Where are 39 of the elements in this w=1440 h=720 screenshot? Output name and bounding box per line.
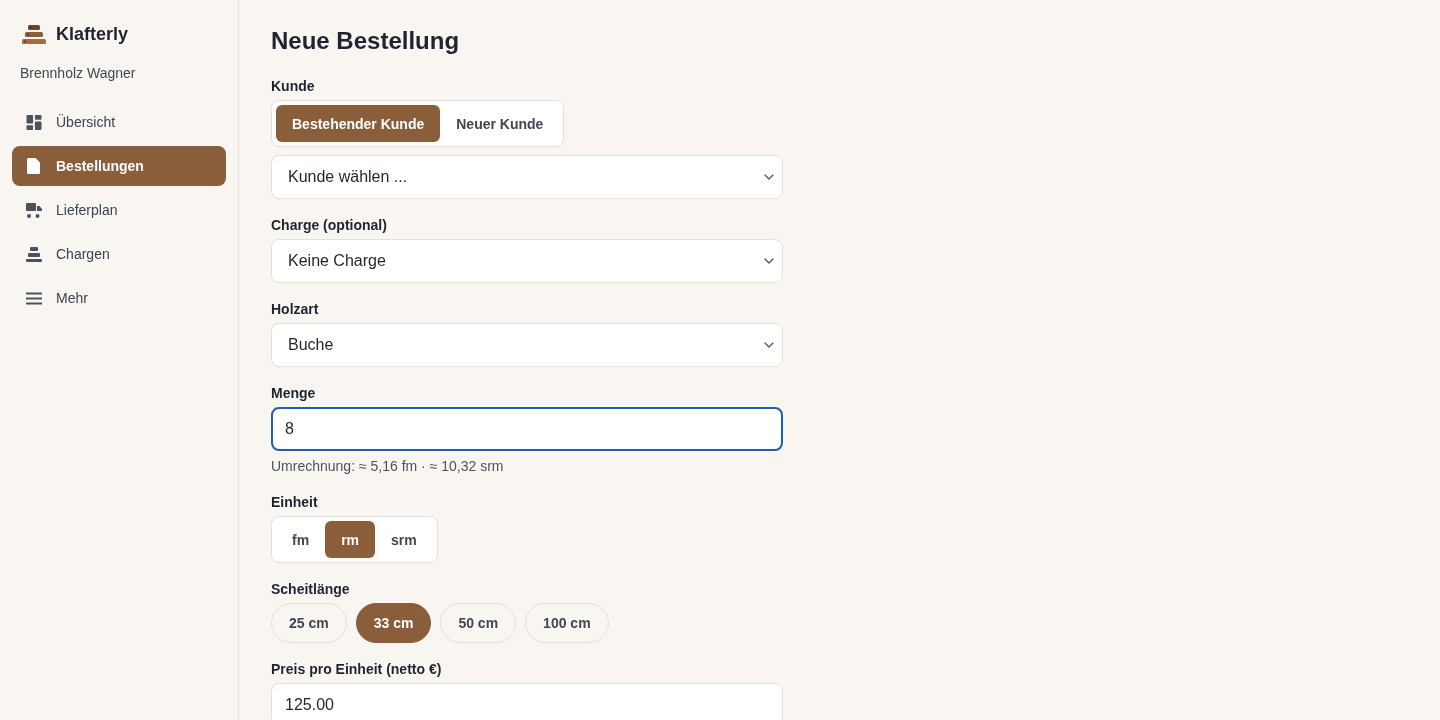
toggle-option[interactable]: Bestehender Kunde	[276, 105, 441, 142]
length-option[interactable]: 50 cm	[440, 603, 517, 643]
brand-name: Klafterly	[56, 23, 129, 45]
toggle-option[interactable]: srm	[375, 521, 433, 558]
input-field[interactable]: 125.00	[271, 683, 783, 720]
length-option[interactable]: 100 cm	[525, 603, 609, 643]
log-stack-icon	[22, 24, 46, 44]
toggle-option[interactable]: rm	[325, 521, 376, 558]
field-label: Einheit	[271, 493, 319, 512]
nav-item[interactable]: Übersicht	[12, 102, 226, 142]
nav-item[interactable]: Chargen	[12, 234, 226, 274]
field-label: Charge (optional)	[271, 216, 388, 235]
field-label: Kunde	[271, 77, 316, 96]
menu-icon	[26, 290, 42, 306]
field-label: Menge	[271, 384, 317, 403]
toggle-option[interactable]: fm	[276, 521, 326, 558]
input-field[interactable]: 8	[271, 407, 783, 451]
field-label: Holzart	[271, 300, 320, 319]
chevron-down-icon	[764, 342, 774, 348]
nav-item[interactable]: Lieferplan	[12, 190, 226, 230]
field-label: Preis pro Einheit (netto €)	[271, 660, 443, 679]
chevron-down-icon	[764, 258, 774, 264]
length-option[interactable]: 33 cm	[355, 603, 432, 643]
document-icon	[27, 158, 40, 174]
length-option[interactable]: 25 cm	[271, 603, 347, 643]
dashboard-icon	[26, 114, 42, 130]
stack-icon	[26, 246, 42, 262]
nav-item[interactable]: Mehr	[12, 278, 226, 318]
page-title: Neue Bestellung	[271, 26, 461, 56]
toggle-option[interactable]: Neuer Kunde	[440, 105, 560, 142]
select-field[interactable]: Buche	[271, 323, 783, 367]
select-field[interactable]: Kunde wählen ...	[271, 155, 783, 199]
nav-item[interactable]: Bestellungen	[12, 146, 226, 186]
conversion-hint: Umrechnung: ≈ 5,16 fm · ≈ 10,32 srm	[271, 457, 505, 476]
chevron-down-icon	[764, 174, 774, 180]
account-name: Brennholz Wagner	[19, 64, 137, 83]
field-label: Scheitlänge	[271, 580, 351, 599]
truck-icon	[26, 202, 42, 218]
select-field[interactable]: Keine Charge	[271, 239, 783, 283]
